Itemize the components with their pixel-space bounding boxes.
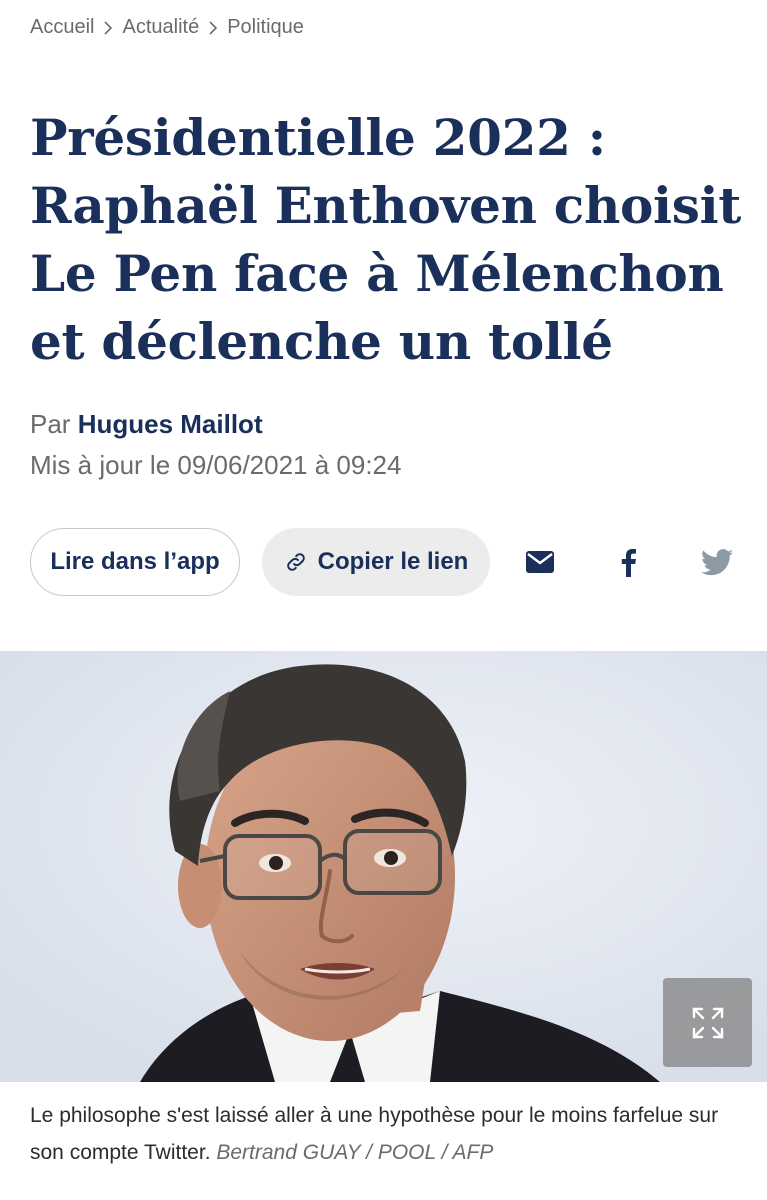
portrait-illustration — [0, 651, 767, 1082]
link-icon — [284, 550, 308, 574]
breadcrumb-politique[interactable]: Politique — [227, 16, 304, 39]
copy-link-button[interactable]: Copier le lien — [262, 528, 490, 596]
image-caption: Le philosophe s'est laissé aller à une h… — [30, 1097, 740, 1171]
author-link[interactable]: Hugues Maillot — [78, 409, 263, 439]
twitter-icon[interactable] — [700, 545, 734, 579]
chevron-right-icon — [103, 20, 113, 36]
article-photo — [0, 651, 767, 1082]
mail-icon[interactable] — [523, 545, 557, 579]
facebook-icon[interactable] — [611, 545, 645, 579]
breadcrumb: Accueil Actualité Politique — [30, 16, 304, 39]
byline-prefix: Par — [30, 409, 71, 439]
chevron-right-icon — [208, 20, 218, 36]
expand-image-button[interactable] — [663, 978, 752, 1067]
expand-icon — [688, 1003, 728, 1043]
copy-link-label: Copier le lien — [317, 548, 469, 575]
read-in-app-button[interactable]: Lire dans l’app — [30, 528, 240, 596]
byline: Par Hugues Maillot — [30, 409, 263, 440]
breadcrumb-home[interactable]: Accueil — [30, 16, 94, 39]
update-date: Mis à jour le 09/06/2021 à 09:24 — [30, 450, 402, 480]
photo-credit: Bertrand GUAY / POOL / AFP — [216, 1141, 494, 1164]
read-in-app-label: Lire dans l’app — [50, 548, 220, 575]
article-title: Présidentielle 2022 : Raphaël Enthoven c… — [30, 108, 742, 371]
breadcrumb-actualite[interactable]: Actualité — [122, 16, 199, 39]
